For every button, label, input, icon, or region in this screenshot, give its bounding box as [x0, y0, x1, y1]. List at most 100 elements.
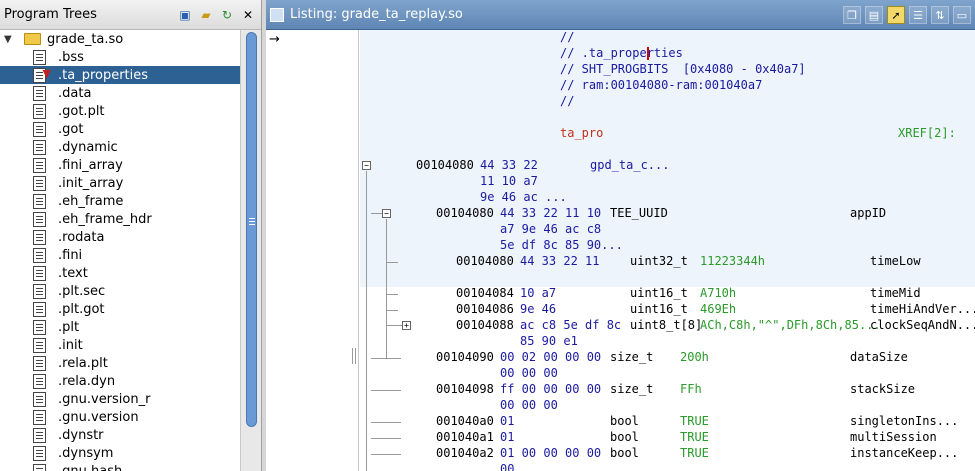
scrollbar-thumb[interactable]: [246, 32, 257, 427]
tree-item[interactable]: ▼ .ta_properties: [0, 66, 241, 84]
listing-line[interactable]: 9e 46 ac ...: [360, 190, 975, 206]
tree-item[interactable]: .text: [0, 264, 241, 282]
listing-line[interactable]: 00104090 00 02 00 00 00 size_t 200h dataSize: [360, 350, 975, 366]
listing-code-view[interactable]: // // .ta_properties // SHT_PROGBITS [0x40…: [360, 30, 975, 471]
tree-item[interactable]: .rela.dyn: [0, 372, 241, 390]
listing-line[interactable]: // SHT_PROGBITS [0x4080 - 0x40a7]: [360, 62, 975, 78]
program-trees-panel: Program Trees ▣ ▰ ↻ ✕ ▼ grade_ta.so .bss…: [0, 0, 262, 471]
fragment-icon: [33, 247, 46, 263]
tree-item[interactable]: .plt: [0, 318, 241, 336]
tree-item[interactable]: .gnu.hash: [0, 462, 241, 471]
tree-guide: [371, 213, 382, 214]
diff-icon[interactable]: ⇅: [931, 6, 949, 24]
collapse-icon[interactable]: ▼: [4, 34, 16, 45]
tree-item[interactable]: .plt.got: [0, 300, 241, 318]
field-name: appID: [850, 206, 887, 220]
tree-item[interactable]: .gnu.version: [0, 408, 241, 426]
tree-item-label: .got: [58, 121, 84, 137]
tree-item[interactable]: .init_array: [0, 174, 241, 192]
listing-line[interactable]: 00 00 00: [360, 366, 975, 382]
listing-line[interactable]: 00 00 00: [360, 398, 975, 414]
tree-item[interactable]: .gnu.version_r: [0, 390, 241, 408]
close-icon[interactable]: ✕: [239, 7, 257, 23]
copy-icon[interactable]: ❐: [843, 6, 861, 24]
listing-line[interactable]: 001040a0 01 bool TRUE singletonIns...: [360, 414, 975, 430]
tree-item[interactable]: .init: [0, 336, 241, 354]
tree-item-label: .got.plt: [58, 103, 105, 119]
tree-guide: [371, 454, 401, 455]
fragment-icon: [33, 103, 46, 119]
tree-item-label: .fini_array: [58, 157, 123, 173]
listing-line[interactable]: 00104088 ac c8 5e df 8c uint8_t[8] ACh,C8h,…: [360, 318, 975, 334]
fragment-icon: [33, 121, 46, 137]
data-type: uint16_t: [630, 286, 688, 300]
listing-line[interactable]: 00104086 9e 46 uint16_t 469Eh timeHiAndVer..…: [360, 302, 975, 318]
tree-item[interactable]: .got: [0, 120, 241, 138]
label: ta_pro: [560, 126, 604, 140]
mnemonic: gpd_ta_c...: [590, 158, 670, 172]
data-type: size_t: [610, 382, 654, 396]
tree-item[interactable]: .fini_array: [0, 156, 241, 174]
tree-item[interactable]: .bss: [0, 48, 241, 66]
fragment-icon: [33, 175, 46, 191]
fragment-icon: [33, 319, 46, 335]
tree-root-label: grade_ta.so: [47, 31, 124, 47]
data-type: bool: [610, 414, 639, 428]
operand-value: A710h: [700, 286, 737, 300]
tree-root[interactable]: ▼ grade_ta.so: [0, 30, 241, 48]
folder-open-icon: [24, 33, 41, 45]
tree-item[interactable]: .got.plt: [0, 102, 241, 120]
bytes: ff 00 00 00 00: [500, 382, 602, 396]
collapse-field-icon[interactable]: −: [382, 209, 391, 218]
listing-line[interactable]: ta_pro XREF[2]:: [360, 126, 975, 142]
operand-value: 200h: [680, 350, 709, 364]
tree-guide: [386, 262, 398, 263]
snapshot-icon[interactable]: ▭: [953, 6, 971, 24]
address: 00104086: [456, 302, 514, 316]
listing-line[interactable]: // ram:00104080-ram:001040a7: [360, 78, 975, 94]
tree-item-label: .rela.plt: [58, 355, 108, 371]
cursor-tool-icon[interactable]: ➚: [887, 6, 905, 24]
program-tree-scrollbar[interactable]: [240, 30, 261, 471]
tree-item[interactable]: .rela.plt: [0, 354, 241, 372]
listing-line[interactable]: // .ta_properties: [360, 46, 975, 62]
listing-line[interactable]: 5e df 8c 85 90...: [360, 238, 975, 254]
divider-handle[interactable]: [352, 348, 356, 364]
listing-line[interactable]: //: [360, 30, 975, 46]
bytes: 00 00 00: [500, 366, 558, 380]
bytes: 9e 46: [520, 302, 557, 316]
bytes: 85 90 e1: [520, 334, 578, 348]
tree-item[interactable]: .fini: [0, 246, 241, 264]
listing-line[interactable]: 11 10 a7: [360, 174, 975, 190]
tree-item[interactable]: .dynsym: [0, 444, 241, 462]
collapse-struct-icon[interactable]: −: [362, 161, 371, 170]
listing-line[interactable]: 00104084 10 a7 uint16_t A710h timeMid: [360, 286, 975, 302]
listing-line[interactable]: //: [360, 94, 975, 110]
paste-icon[interactable]: ▤: [865, 6, 883, 24]
listing-line[interactable]: 001040a2 01 00 00 00 00 bool TRUE instanceKe…: [360, 446, 975, 462]
listing-line[interactable]: 00104080 44 33 22 11 10 TEE_UUID appID: [360, 206, 975, 222]
tree-item[interactable]: .rodata: [0, 228, 241, 246]
listing-line[interactable]: 001040a1 01 bool TRUE multiSession: [360, 430, 975, 446]
listing-line[interactable]: 00: [360, 462, 975, 471]
fragment-icon: [33, 139, 46, 155]
refresh-icon[interactable]: ↻: [218, 7, 236, 23]
fragment-icon: [33, 463, 46, 471]
tree-item[interactable]: .eh_frame: [0, 192, 241, 210]
tree-item[interactable]: .eh_frame_hdr: [0, 210, 241, 228]
edit-fields-icon[interactable]: ☰: [909, 6, 927, 24]
address: 00104080: [416, 158, 474, 172]
listing-line[interactable]: 00104098 ff 00 00 00 00 size_t FFh stackSize: [360, 382, 975, 398]
listing-line[interactable]: 85 90 e1: [360, 334, 975, 350]
open-folder-icon[interactable]: ▰: [197, 7, 215, 23]
tree-item[interactable]: .plt.sec: [0, 282, 241, 300]
create-tree-icon[interactable]: ▣: [176, 7, 194, 23]
listing-line[interactable]: 00104080 44 33 22 11 uint32_t 11223344h time…: [360, 254, 975, 270]
tree-item[interactable]: .dynstr: [0, 426, 241, 444]
expand-field-icon[interactable]: +: [402, 321, 411, 330]
tree-item[interactable]: .data: [0, 84, 241, 102]
listing-line[interactable]: 00104080 44 33 22 gpd_ta_c...: [360, 158, 975, 174]
listing-line[interactable]: a7 9e 46 ac c8: [360, 222, 975, 238]
fragment-icon: [33, 265, 46, 281]
tree-item[interactable]: .dynamic: [0, 138, 241, 156]
